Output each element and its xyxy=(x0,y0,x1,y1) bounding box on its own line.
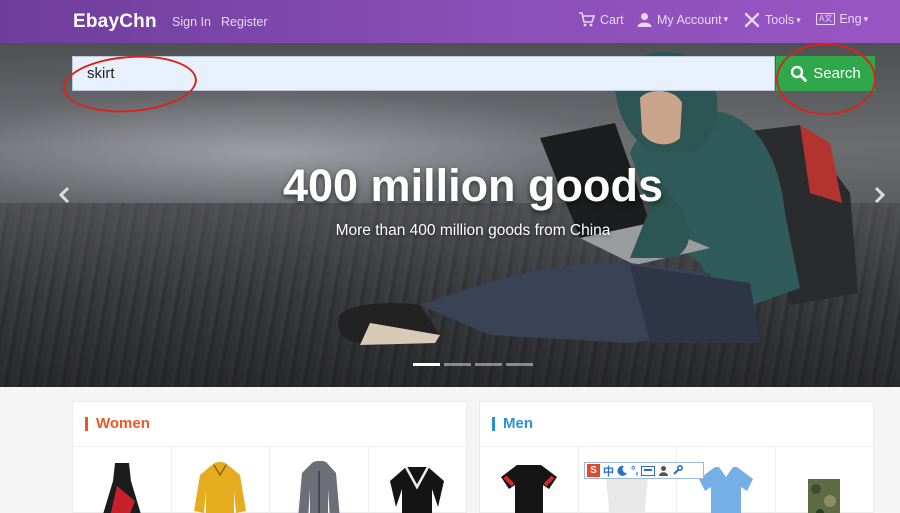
black-tshirt-image xyxy=(500,465,557,513)
yellow-hoodie-image xyxy=(194,462,247,513)
ime-toolbar[interactable]: S 中 °, xyxy=(584,462,704,479)
hero-title: 400 million goods xyxy=(282,160,664,211)
men-product-row xyxy=(480,446,873,513)
carousel-indicators xyxy=(413,363,533,366)
hero-subtitle: More than 400 million goods from China xyxy=(335,222,611,239)
annotation-circle-search-button xyxy=(776,43,876,115)
product-tile[interactable] xyxy=(677,447,776,513)
wrench-icon[interactable] xyxy=(672,465,684,476)
product-tile[interactable] xyxy=(480,447,579,513)
register-link[interactable]: Register xyxy=(221,15,268,29)
carousel-indicator-3[interactable] xyxy=(475,363,502,366)
brand-logo[interactable]: EbayChn xyxy=(73,11,157,33)
dress-image xyxy=(103,463,141,513)
cart-link[interactable]: Cart xyxy=(578,12,624,27)
my-account-label: My Account xyxy=(657,12,722,27)
hero-carousel: skirt Search 400 million goods More than… xyxy=(0,43,900,387)
chevron-down-icon: ▾ xyxy=(863,13,869,24)
product-tile[interactable] xyxy=(776,447,874,513)
title-accent-bar xyxy=(492,416,495,431)
tools-menu[interactable]: Tools ▾ xyxy=(744,12,801,28)
product-tile[interactable] xyxy=(369,447,467,513)
language-icon: A文 xyxy=(816,13,836,25)
carousel-next-arrow[interactable] xyxy=(874,184,886,210)
user-icon[interactable] xyxy=(658,465,669,476)
ime-mode-label[interactable]: 中 xyxy=(603,463,614,479)
cart-label: Cart xyxy=(600,12,624,27)
camo-pants-image xyxy=(808,479,841,513)
carousel-prev-arrow[interactable] xyxy=(58,184,70,210)
tools-label: Tools xyxy=(765,13,795,27)
chevron-left-icon xyxy=(58,186,70,204)
cart-icon xyxy=(579,12,595,27)
black-sweater-image xyxy=(390,466,445,513)
tools-icon xyxy=(744,12,760,28)
sign-in-link[interactable]: Sign In xyxy=(172,15,211,29)
chevron-down-icon: ▾ xyxy=(723,14,729,24)
men-category-title[interactable]: Men xyxy=(492,415,533,432)
product-tile[interactable] xyxy=(73,447,172,513)
women-title-label: Women xyxy=(96,415,150,432)
ime-logo-icon[interactable]: S xyxy=(587,464,600,477)
top-navbar: EbayChn Sign In Register Cart My Account… xyxy=(0,0,900,43)
women-product-row xyxy=(73,446,466,513)
my-account-menu[interactable]: My Account ▾ xyxy=(637,12,728,27)
product-tile[interactable] xyxy=(270,447,369,513)
chevron-down-icon: ▾ xyxy=(796,14,801,25)
carousel-indicator-2[interactable] xyxy=(444,363,471,366)
moon-icon[interactable] xyxy=(617,465,628,476)
men-category-panel: Men xyxy=(479,401,874,513)
chevron-right-icon xyxy=(874,186,886,204)
product-tile[interactable] xyxy=(172,447,270,513)
language-menu[interactable]: A文 Eng ▾ xyxy=(816,12,868,26)
language-label: Eng xyxy=(839,12,862,26)
women-category-title[interactable]: Women xyxy=(85,415,150,432)
product-tile[interactable] xyxy=(579,447,677,513)
user-icon xyxy=(637,13,652,27)
women-category-panel: Women xyxy=(72,401,467,513)
men-title-label: Men xyxy=(503,415,533,432)
punctuation-icon[interactable]: °, xyxy=(631,465,638,477)
carousel-indicator-1[interactable] xyxy=(413,363,440,366)
keyboard-icon[interactable] xyxy=(641,465,656,476)
carousel-indicator-4[interactable] xyxy=(506,363,533,366)
title-accent-bar xyxy=(85,416,88,431)
blue-polo-image xyxy=(698,467,753,513)
grey-jacket-image xyxy=(298,461,340,513)
